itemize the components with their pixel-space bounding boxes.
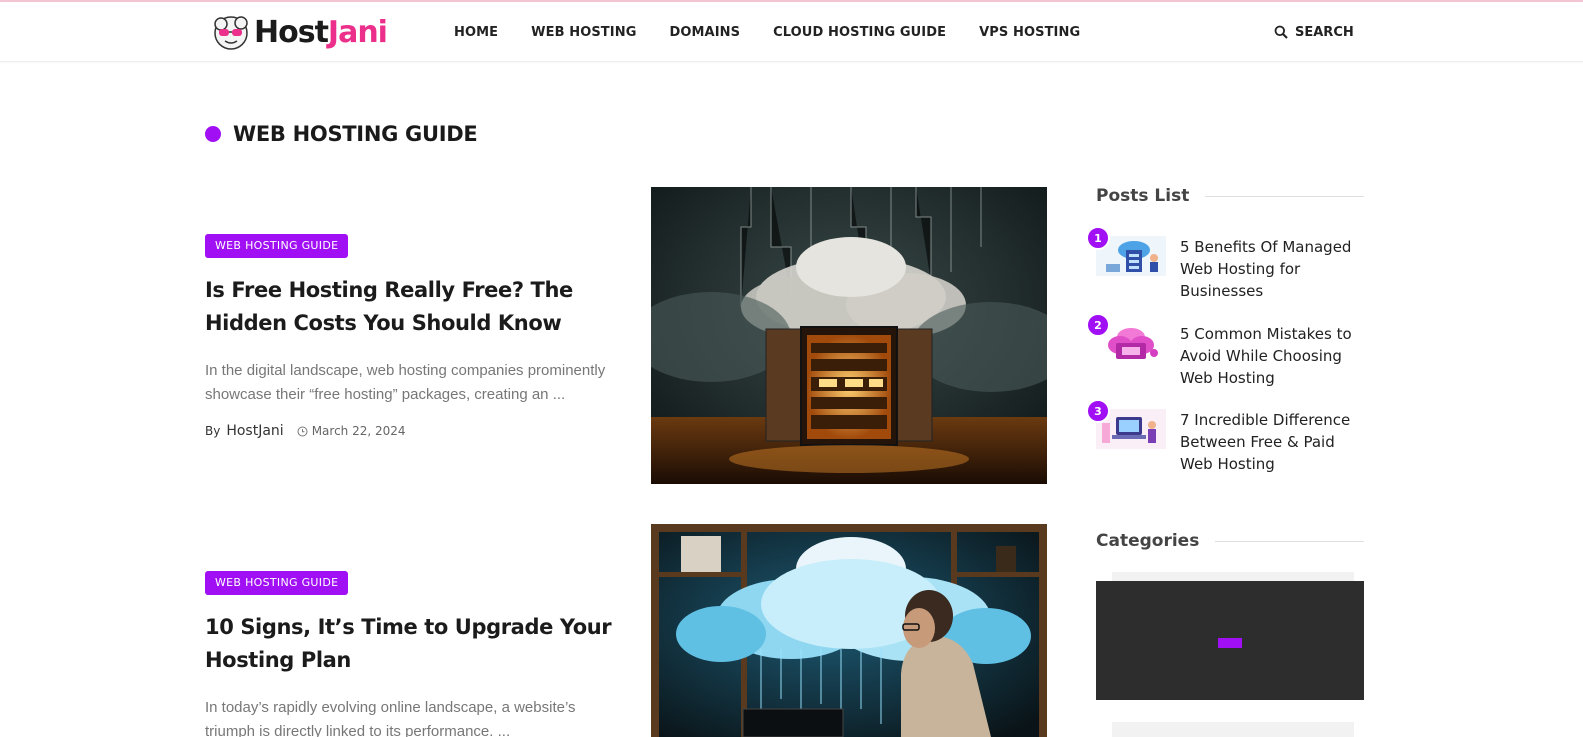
post-image-graphic xyxy=(651,524,1047,737)
search-button[interactable]: SEARCH xyxy=(1274,2,1354,62)
section-heading: WEB HOSTING GUIDE xyxy=(205,122,478,146)
categories-card-shadow xyxy=(1112,572,1354,581)
post-card: WEB HOSTING GUIDE Is Free Hosting Really… xyxy=(205,234,625,439)
posts-list-item[interactable]: 1 5 Benefits Of Managed Web Hosting for … xyxy=(1086,226,1366,306)
section-dot-icon xyxy=(205,126,221,142)
post-author-link[interactable]: HostJani xyxy=(226,423,283,439)
categories-card-shadow xyxy=(1112,722,1354,737)
meta-by-label: By xyxy=(205,424,221,438)
post-excerpt: In the digital landscape, web hosting co… xyxy=(205,362,606,403)
nav-home[interactable]: HOME xyxy=(454,25,498,40)
main-nav: HOME WEB HOSTING DOMAINS CLOUD HOSTING G… xyxy=(454,2,1113,62)
posts-list-item-title: 5 Benefits Of Managed Web Hosting for Bu… xyxy=(1180,238,1352,300)
loading-indicator xyxy=(1218,638,1242,648)
search-label: SEARCH xyxy=(1295,24,1354,40)
heading-rule xyxy=(1215,540,1364,542)
post-date-text: March 22, 2024 xyxy=(311,424,406,438)
logo-mascot-icon xyxy=(214,16,248,50)
post-image-cloud-upgrade[interactable] xyxy=(651,524,1047,737)
category-badge[interactable]: WEB HOSTING GUIDE xyxy=(205,234,349,258)
posts-list-heading: Posts List xyxy=(1096,186,1364,206)
post-date: March 22, 2024 xyxy=(297,424,406,438)
post-title[interactable]: 10 Signs, It’s Time to Upgrade Your Host… xyxy=(205,611,625,677)
post-rank-badge: 2 xyxy=(1086,313,1110,337)
heading-rule xyxy=(1205,195,1364,197)
posts-list-item[interactable]: 3 7 Incredible Difference Between Free &… xyxy=(1086,399,1366,479)
clock-icon xyxy=(297,426,308,436)
site-logo[interactable]: HostJani xyxy=(210,11,388,53)
nav-web-hosting[interactable]: WEB HOSTING xyxy=(531,25,636,40)
nav-vps-hosting[interactable]: VPS HOSTING xyxy=(979,25,1080,40)
post-title[interactable]: Is Free Hosting Really Free? The Hidden … xyxy=(205,274,625,340)
posts-list-item[interactable]: 2 5 Common Mistakes to Avoid While Choos… xyxy=(1086,313,1366,393)
posts-list-title: Posts List xyxy=(1096,186,1190,206)
posts-list-item-title: 5 Common Mistakes to Avoid While Choosin… xyxy=(1180,325,1352,387)
post-card: WEB HOSTING GUIDE 10 Signs, It’s Time to… xyxy=(205,571,625,737)
category-badge[interactable]: WEB HOSTING GUIDE xyxy=(205,571,349,595)
site-header: HostJani HOME WEB HOSTING DOMAINS CLOUD … xyxy=(0,2,1583,62)
post-excerpt: In today’s rapidly evolving online lands… xyxy=(205,699,576,737)
post-image-graphic xyxy=(651,187,1047,484)
section-title: WEB HOSTING GUIDE xyxy=(233,122,478,146)
posts-list-item-title: 7 Incredible Difference Between Free & P… xyxy=(1180,411,1351,473)
nav-domains[interactable]: DOMAINS xyxy=(669,25,740,40)
categories-heading: Categories xyxy=(1096,531,1364,551)
categories-title: Categories xyxy=(1096,531,1200,551)
post-rank-badge: 3 xyxy=(1086,399,1110,423)
search-icon xyxy=(1274,25,1288,39)
post-meta: By HostJani March 22, 2024 xyxy=(205,423,625,439)
logo-text-host: Host xyxy=(254,14,329,50)
post-rank-badge: 1 xyxy=(1086,226,1110,250)
nav-cloud-hosting-guide[interactable]: CLOUD HOSTING GUIDE xyxy=(773,25,946,40)
logo-text-jani: Jani xyxy=(327,14,388,50)
post-image-server-cloud[interactable] xyxy=(651,187,1047,484)
